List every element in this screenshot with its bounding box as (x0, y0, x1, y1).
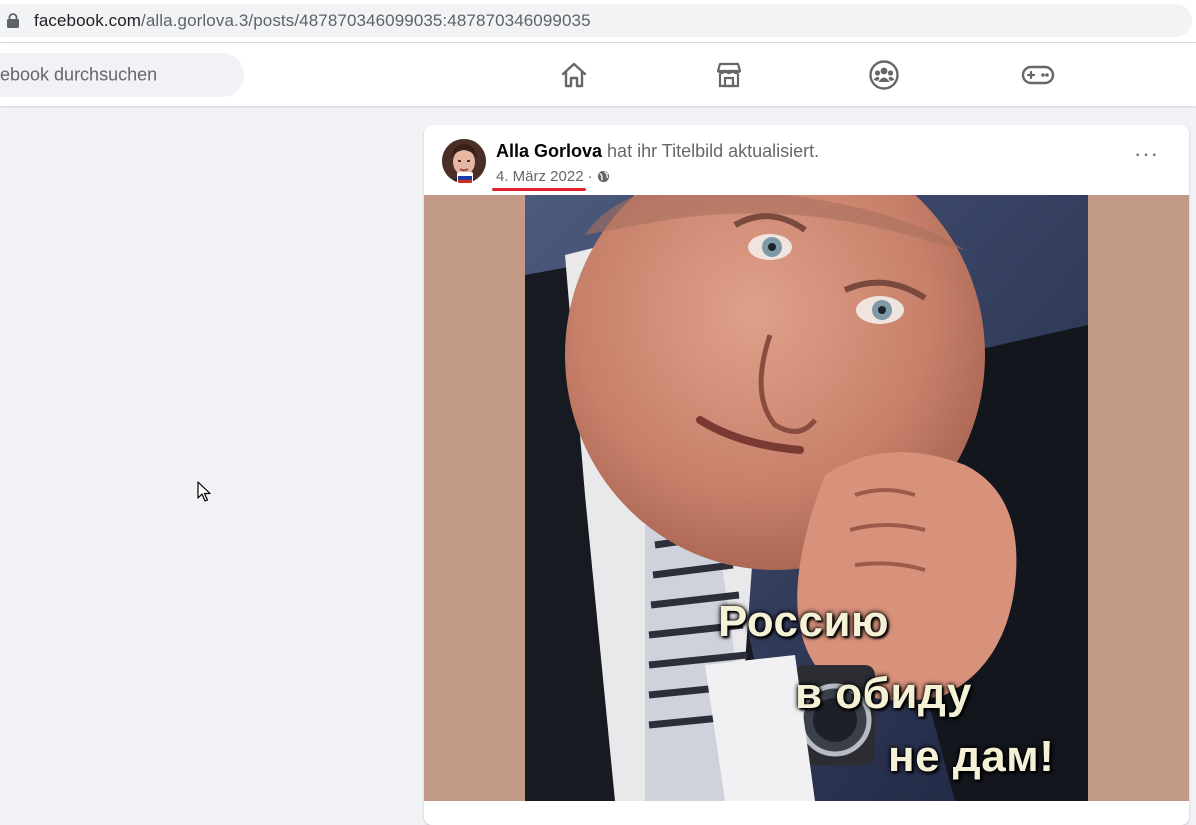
nav-groups[interactable] (866, 57, 902, 93)
home-icon (561, 62, 587, 88)
post-action-text: hat ihr Titelbild aktualisiert. (607, 141, 820, 161)
post-meta: 4. März 2022 · (492, 168, 610, 191)
globe-icon (597, 170, 609, 183)
photo-caption-line3: не дам! (888, 732, 1055, 781)
facebook-header: ebook durchsuchen (0, 43, 1196, 106)
author-name[interactable]: Alla Gorlova (496, 141, 602, 161)
groups-icon (869, 60, 899, 90)
nav-gaming[interactable] (1020, 57, 1056, 93)
url-domain: facebook.com (34, 11, 142, 30)
russian-flag-icon (457, 172, 473, 184)
photo-caption-line1: Россию (718, 597, 890, 646)
meta-separator: · (587, 168, 593, 185)
nav-marketplace[interactable] (711, 57, 747, 93)
cover-photo-frame: Россию в обиду не дам! (424, 195, 1189, 801)
post-card: Alla Gorlova hat ihr Titelbild aktualisi… (424, 125, 1189, 825)
photo-caption-line2: в обиду (795, 669, 972, 718)
lock-icon (7, 13, 19, 28)
red-underline-annotation (492, 188, 586, 191)
mouse-cursor-icon (197, 481, 211, 502)
post-date: 4. März 2022 (496, 168, 584, 185)
nav-home[interactable] (556, 57, 592, 93)
gaming-icon (1021, 65, 1055, 85)
search-placeholder: ebook durchsuchen (0, 64, 158, 85)
url-text[interactable]: facebook.com/alla.gorlova.3/posts/487870… (34, 11, 591, 31)
cover-photo[interactable]: Россию в обиду не дам! (525, 195, 1088, 801)
post-header-text: Alla Gorlova hat ihr Titelbild aktualisi… (496, 141, 819, 162)
browser-address-bar: facebook.com/alla.gorlova.3/posts/487870… (0, 0, 1196, 43)
marketplace-icon (716, 62, 742, 88)
url-path: /alla.gorlova.3/posts/487870346099035:48… (141, 11, 591, 30)
more-options-button[interactable]: ··· (1134, 143, 1166, 169)
post-date-wrapper[interactable]: 4. März 2022 (492, 168, 586, 191)
